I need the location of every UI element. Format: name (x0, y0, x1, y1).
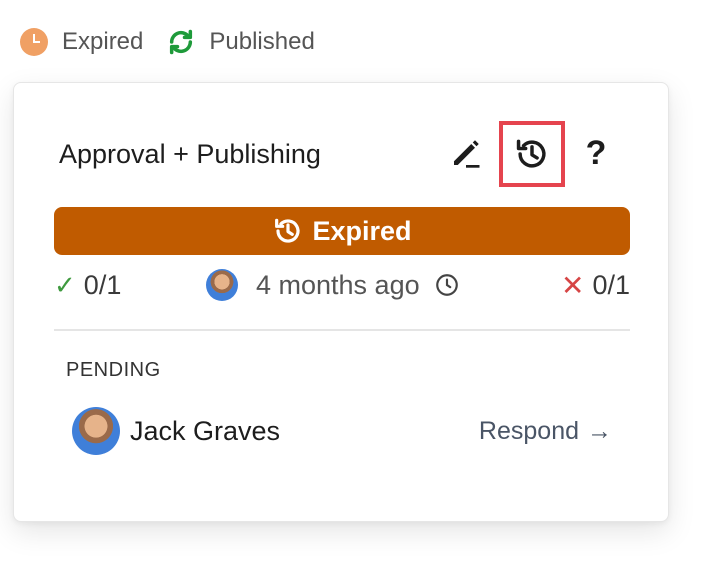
expired-status-label: Expired (62, 28, 144, 55)
time-ago: 4 months ago (256, 269, 420, 300)
approval-card: Approval + Publishing ? Expired ✓ 0/1 4 … (13, 82, 669, 522)
pending-section-label: PENDING (66, 359, 161, 381)
rejected-count-value: 0/1 (592, 269, 630, 300)
reviewer-name: Jack Graves (130, 415, 281, 446)
help-button[interactable]: ? (574, 131, 618, 175)
expired-banner: Expired (54, 207, 630, 255)
request-meta: 4 months ago (206, 263, 460, 307)
published-status: Published (167, 28, 315, 56)
published-status-label: Published (209, 28, 315, 55)
refresh-icon (167, 28, 195, 56)
check-icon: ✓ (54, 269, 76, 300)
divider (54, 329, 630, 331)
edit-button[interactable] (444, 131, 488, 175)
avatar (206, 269, 238, 301)
history-icon (516, 139, 546, 168)
clock-icon (435, 274, 458, 296)
arrow-right-icon: → (587, 416, 612, 445)
respond-label: Respond (478, 416, 579, 445)
reviewer-row: Jack Graves Respond → (72, 405, 612, 457)
expired-status: Expired (20, 28, 143, 56)
avatar (72, 407, 120, 455)
history-icon (275, 218, 301, 243)
card-title: Approval + Publishing (59, 139, 321, 169)
clock-icon (20, 28, 48, 56)
status-bar: Expired Published (20, 24, 339, 60)
approved-count-value: 0/1 (83, 269, 122, 300)
history-button[interactable] (499, 121, 565, 187)
stats-row: ✓ 0/1 4 months ago ✕ 0/1 (54, 263, 630, 307)
banner-label: Expired (312, 215, 412, 246)
close-icon: ✕ (560, 269, 585, 301)
approved-count: ✓ 0/1 (54, 263, 121, 307)
edit-pen-icon (454, 140, 480, 168)
respond-link[interactable]: Respond → (479, 417, 612, 446)
rejected-count: ✕ 0/1 (561, 263, 630, 307)
